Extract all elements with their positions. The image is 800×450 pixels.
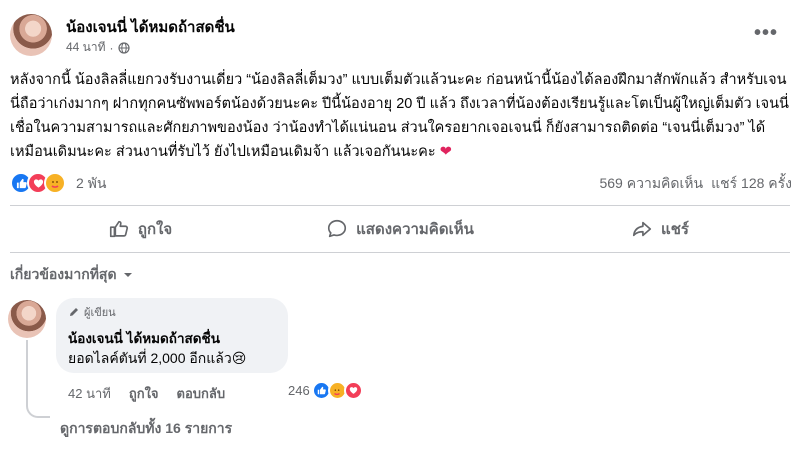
post-time[interactable]: 44 นาที: [66, 38, 106, 57]
divider: [10, 205, 790, 206]
more-icon[interactable]: •••: [754, 22, 778, 45]
share-button[interactable]: แชร์: [530, 208, 790, 250]
author-badge: ผู้เขียน: [68, 303, 116, 321]
comment-author-name[interactable]: น้องเจนนี่ ได้หมดถ้าสดชื่น: [68, 327, 220, 349]
shares-count[interactable]: แชร์ 128 ครั้ง: [711, 173, 792, 195]
comment-button[interactable]: แสดงความคิดเห็น: [270, 208, 530, 250]
comment-meta: 42 นาที ถูกใจ ตอบกลับ: [68, 383, 225, 404]
post-author-name[interactable]: น้องเจนนี่ ได้หมดถ้าสดชื่น: [66, 15, 235, 39]
pencil-icon: [70, 308, 78, 316]
share-icon: [632, 221, 652, 237]
post-meta: 44 นาที ·: [66, 38, 130, 57]
like-label: ถูกใจ: [137, 221, 173, 238]
heart-emoji: ❤: [439, 144, 452, 160]
globe-icon[interactable]: [117, 41, 130, 54]
like-icon: [109, 220, 128, 238]
author-badge-label: ผู้เขียน: [84, 307, 116, 319]
divider: [10, 252, 790, 253]
care-reaction-icon: [44, 172, 66, 194]
reaction-icons[interactable]: [10, 172, 66, 194]
chevron-down-icon: [123, 273, 132, 277]
reply-thread-line: [26, 340, 50, 418]
comment-icon: [328, 219, 347, 238]
reaction-count[interactable]: 2 พัน: [76, 173, 106, 195]
love-reaction-icon: [343, 381, 363, 400]
comment-reactions[interactable]: 246: [288, 381, 363, 400]
comment-sort-dropdown[interactable]: เกี่ยวข้องมากที่สุด: [10, 264, 133, 286]
comment-label: แสดงความคิดเห็น: [356, 221, 474, 238]
post-stats: 569 ความคิดเห็น แชร์ 128 ครั้ง: [599, 173, 792, 195]
post-body-text: หลังจากนี้ น้องลิลลี่แยกวงรับงานเดี่ยว “…: [10, 72, 789, 160]
comment-text: ยอดไลค์ตันที่ 2,000 อีกแล้ว😢: [68, 350, 247, 366]
comment-reaction-count: 246: [288, 383, 310, 398]
comments-count[interactable]: 569 ความคิดเห็น: [599, 173, 703, 195]
share-label: แชร์: [661, 221, 689, 238]
comment-time[interactable]: 42 นาที: [68, 383, 111, 404]
post-body: หลังจากนี้ น้องลิลลี่แยกวงรับงานเดี่ยว “…: [10, 68, 794, 164]
like-button[interactable]: ถูกใจ: [10, 208, 270, 250]
commenter-avatar[interactable]: [8, 300, 46, 338]
comment-like-button[interactable]: ถูกใจ: [129, 383, 159, 404]
view-replies-link[interactable]: ดูการตอบกลับทั้ง 16 รายการ: [60, 418, 232, 440]
sort-label: เกี่ยวข้องมากที่สุด: [10, 266, 117, 282]
action-bar: ถูกใจ แสดงความคิดเห็น แชร์: [10, 208, 790, 250]
author-avatar[interactable]: [10, 14, 52, 56]
comment-reply-button[interactable]: ตอบกลับ: [177, 383, 226, 404]
